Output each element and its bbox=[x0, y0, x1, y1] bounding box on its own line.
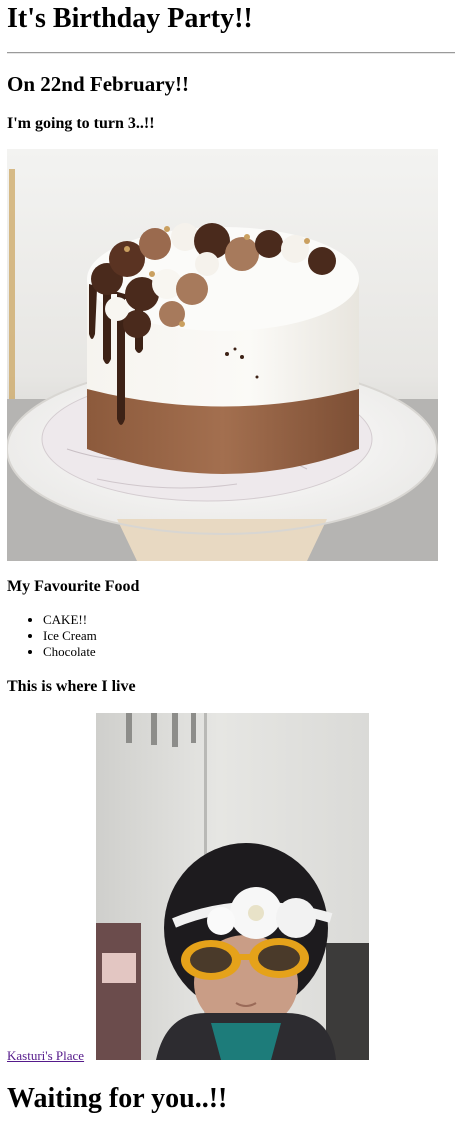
cake-illustration bbox=[7, 149, 438, 561]
date-heading: On 22nd February!! bbox=[7, 72, 190, 96]
page-title: It's Birthday Party!! bbox=[7, 3, 253, 34]
kasturis-place-link[interactable]: Kasturi's Place bbox=[7, 1048, 84, 1064]
location-heading: This is where I live bbox=[7, 678, 136, 695]
list-item: Ice Cream bbox=[43, 628, 97, 644]
page: It's Birthday Party!! On 22nd February!!… bbox=[0, 0, 455, 1122]
child-photo bbox=[96, 713, 369, 1060]
food-heading: My Favourite Food bbox=[7, 578, 140, 595]
cake-image bbox=[7, 149, 438, 561]
list-item: CAKE!! bbox=[43, 612, 97, 628]
food-list: CAKE!! Ice Cream Chocolate bbox=[7, 612, 97, 660]
child-illustration bbox=[96, 713, 369, 1060]
horizontal-rule bbox=[7, 52, 455, 54]
closing-heading: Waiting for you..!! bbox=[7, 1083, 228, 1114]
list-item: Chocolate bbox=[43, 644, 97, 660]
age-subheading: I'm going to turn 3..!! bbox=[7, 115, 155, 132]
